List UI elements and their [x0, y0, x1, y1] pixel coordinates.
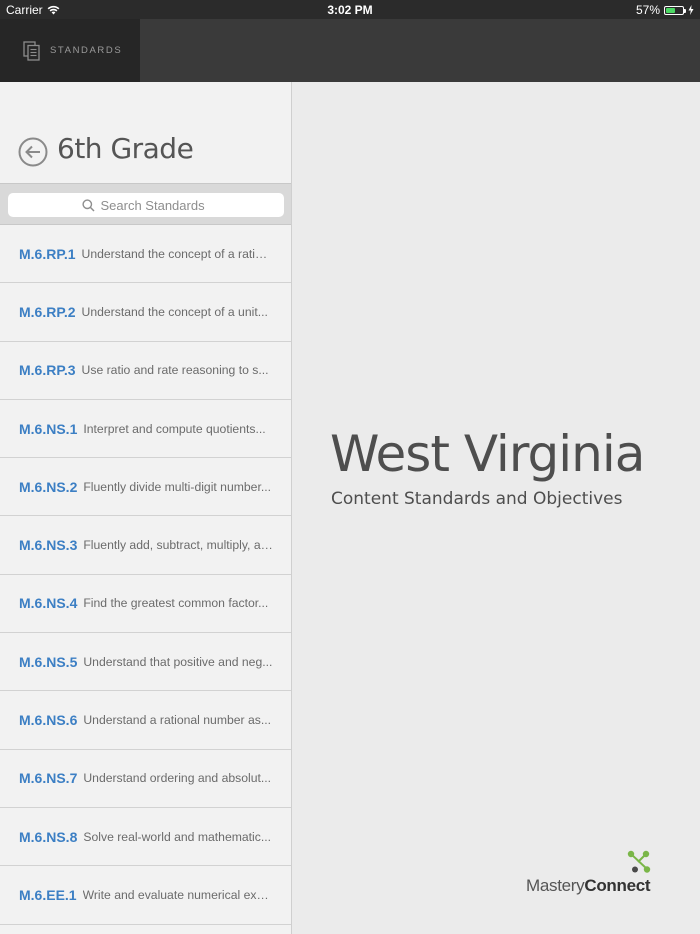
standard-code: M.6.RP.3	[19, 362, 76, 379]
standard-code: M.6.NS.2	[19, 478, 78, 495]
standards-list: M.6.RP.1 Understand the concept of a rati…	[0, 225, 291, 925]
battery-percent: 57%	[635, 3, 660, 17]
standard-code: M.6.NS.8	[19, 828, 78, 845]
state-title: West Virginia	[330, 425, 645, 483]
brand-word-mastery: Mastery	[526, 876, 585, 895]
standard-row[interactable]: M.6.NS.8 Solve real-world and mathematic.…	[0, 808, 291, 867]
back-arrow-icon[interactable]	[18, 137, 48, 167]
standard-code: M.6.NS.5	[19, 653, 78, 670]
standard-description: Solve real-world and mathematic...	[83, 829, 271, 844]
nav-tab-standards[interactable]: STANDARDS	[0, 19, 140, 82]
battery-indicator: 57%	[636, 3, 694, 17]
brand-word-connect: Connect	[584, 876, 651, 895]
standard-code: M.6.NS.6	[19, 712, 78, 729]
standard-description: Find the greatest common factor...	[83, 596, 269, 611]
standard-description: Fluently divide multi-digit number...	[83, 479, 271, 494]
standard-row[interactable]: M.6.NS.5 Understand that positive and neg…	[0, 633, 291, 692]
masteryconnect-logo: MasteryConnect	[526, 850, 676, 900]
standard-row[interactable]: M.6.NS.3 Fluently add, subtract, multiply…	[0, 516, 291, 575]
search-icon	[81, 198, 95, 212]
standard-row[interactable]: M.6.RP.1 Understand the concept of a rati…	[0, 225, 291, 284]
masteryconnect-mark-icon	[627, 850, 651, 873]
top-navigation-bar: STANDARDS	[0, 19, 700, 82]
standard-row[interactable]: M.6.RP.2 Understand the concept of a unit…	[0, 283, 291, 342]
standard-row[interactable]: M.6.NS.1 Interpret and compute quotients.…	[0, 400, 291, 459]
standard-row[interactable]: M.6.NS.7 Understand ordering and absolut.…	[0, 750, 291, 808]
standard-description: Understand ordering and absolut...	[83, 771, 272, 786]
search-bar-container	[0, 183, 291, 225]
panel-header: 6th Grade	[0, 82, 291, 183]
documents-icon	[23, 40, 40, 61]
standard-code: M.6.RP.2	[19, 303, 76, 320]
status-bar: Carrier 3:02 PM 57%	[0, 0, 700, 19]
standard-code: M.6.NS.7	[19, 770, 78, 787]
standard-row[interactable]: M.6.NS.4 Find the greatest common factor.…	[0, 575, 291, 634]
standard-description: Understand the concept of a unit...	[81, 304, 268, 319]
battery-icon	[664, 5, 686, 15]
standard-description: Understand a rational number as...	[83, 713, 272, 728]
nav-tab-label: STANDARDS	[50, 45, 123, 56]
standard-code: M.6.NS.1	[19, 420, 78, 437]
standard-row[interactable]: M.6.EE.1 Write and evaluate numerical exp…	[0, 866, 291, 925]
search-input[interactable]	[100, 197, 211, 213]
standard-code: M.6.NS.4	[19, 595, 78, 612]
standard-description: Understand that positive and neg...	[83, 654, 273, 669]
standard-description: Fluently add, subtract, multiply, an...	[83, 538, 274, 553]
clock: 3:02 PM	[327, 3, 373, 17]
standard-code: M.6.RP.1	[19, 245, 76, 262]
standard-row[interactable]: M.6.RP.3 Use ratio and rate reasoning to …	[0, 342, 291, 400]
page-title: 6th Grade	[57, 132, 194, 165]
standard-description: Use ratio and rate reasoning to s...	[81, 363, 269, 378]
detail-panel: West Virginia Content Standards and Obje…	[292, 82, 700, 934]
standard-description: Write and evaluate numerical exp...	[82, 887, 273, 902]
search-box[interactable]	[8, 193, 284, 217]
standard-row[interactable]: M.6.NS.6 Understand a rational number as.…	[0, 691, 291, 750]
standard-description: Interpret and compute quotients...	[83, 421, 266, 436]
battery-fill	[666, 7, 676, 13]
standards-list-panel: 6th Grade M.6.RP.1 Understand the concept…	[0, 82, 292, 934]
state-subtitle: Content Standards and Objectives	[331, 489, 623, 509]
standard-description: Understand the concept of a ratio...	[81, 246, 272, 261]
standard-row[interactable]: M.6.NS.2 Fluently divide multi-digit numb…	[0, 458, 291, 517]
standard-code: M.6.EE.1	[19, 886, 77, 903]
standard-code: M.6.NS.3	[19, 537, 78, 554]
brand-wordmark: MasteryConnect	[526, 876, 651, 896]
charging-bolt-icon	[688, 5, 694, 15]
